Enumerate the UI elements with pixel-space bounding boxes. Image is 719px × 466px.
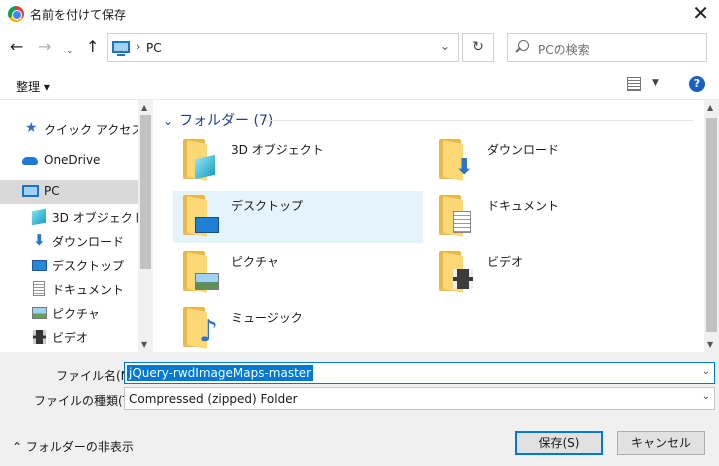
folder-name: ダウンロード bbox=[487, 143, 560, 157]
music-folder-icon: ♪ bbox=[183, 307, 218, 349]
video-icon bbox=[33, 330, 46, 344]
command-toolbar: 整理 ▾ ▼ ? bbox=[0, 70, 719, 100]
save-button[interactable]: 保存(S) bbox=[515, 431, 603, 455]
collapse-chevron-icon[interactable]: ⌄ bbox=[163, 114, 173, 128]
view-dropdown-icon[interactable]: ▼ bbox=[652, 78, 659, 88]
desktop-folder-icon bbox=[183, 195, 219, 237]
refresh-button[interactable]: ↻ bbox=[462, 33, 494, 62]
sidebar-item-quick-access[interactable]: ★ クイック アクセス bbox=[0, 117, 143, 141]
sidebar-item-label: ダウンロード bbox=[52, 235, 125, 249]
pictures-folder-icon bbox=[183, 251, 219, 293]
folder-name: ビデオ bbox=[487, 255, 524, 269]
filename-value[interactable]: jQuery-rwdImageMaps-master bbox=[127, 365, 314, 381]
address-dropdown-icon[interactable]: ⌄ bbox=[440, 39, 450, 53]
folder-tile-downloads[interactable]: ⬇ ダウンロード bbox=[429, 135, 679, 187]
folder-name: ドキュメント bbox=[487, 199, 560, 213]
refresh-icon: ↻ bbox=[472, 39, 484, 55]
sidebar-item-label: 3D オブジェクト bbox=[52, 211, 145, 225]
folder-name: デスクトップ bbox=[231, 199, 304, 213]
sidebar-item-3d-objects[interactable]: 3D オブジェクト bbox=[0, 205, 145, 229]
view-options-icon[interactable] bbox=[627, 77, 641, 91]
group-title: フォルダー (7) bbox=[179, 113, 274, 129]
folder-tile-documents[interactable]: ドキュメント bbox=[429, 191, 679, 243]
search-placeholder: PCの検索 bbox=[538, 43, 590, 57]
sidebar-item-label: OneDrive bbox=[44, 153, 101, 167]
downloads-folder-icon: ⬇ bbox=[439, 139, 473, 181]
search-input[interactable]: PCの検索 bbox=[507, 33, 707, 62]
sidebar-item-desktop[interactable]: デスクトップ bbox=[0, 253, 138, 277]
recent-locations-icon[interactable]: ⌄ bbox=[66, 42, 74, 60]
window-title: 名前を付けて保存 bbox=[30, 8, 127, 22]
star-icon: ★ bbox=[25, 120, 38, 136]
group-divider bbox=[265, 120, 693, 121]
sidebar-item-label: クイック アクセス bbox=[44, 123, 144, 137]
address-bar[interactable]: › PC ⌄ bbox=[107, 33, 459, 62]
3d-objects-folder-icon bbox=[183, 139, 217, 181]
documents-folder-icon bbox=[439, 195, 473, 237]
navigation-pane: ★ クイック アクセス OneDrive PC 3D オブジェクト ⬇ ダウンロ… bbox=[0, 100, 153, 352]
cube-icon bbox=[32, 208, 46, 226]
hide-folders-toggle[interactable]: ⌃ フォルダーの非表示 bbox=[12, 438, 134, 455]
file-list-view: ⌄ フォルダー (7) 3D オブジェクト ⬇ ダウンロード デスクトップ ドキュ… bbox=[155, 100, 705, 352]
title-bar: 名前を付けて保存 ✕ bbox=[0, 0, 719, 28]
breadcrumb-chevron-icon[interactable]: › bbox=[136, 40, 140, 53]
folder-tile-videos[interactable]: ビデオ bbox=[429, 247, 679, 299]
videos-folder-icon bbox=[439, 251, 473, 293]
pc-icon bbox=[112, 41, 130, 56]
desktop-icon bbox=[32, 260, 47, 271]
document-icon bbox=[33, 281, 45, 296]
folders-group-header[interactable]: ⌄ フォルダー (7) bbox=[163, 110, 273, 130]
download-icon: ⬇ bbox=[33, 231, 46, 249]
help-icon[interactable]: ? bbox=[689, 76, 705, 92]
filetype-select[interactable]: Compressed (zipped) Folder ⌄ bbox=[124, 387, 715, 410]
organize-button[interactable]: 整理 ▾ bbox=[16, 78, 50, 95]
cancel-button[interactable]: キャンセル bbox=[617, 431, 705, 455]
folder-name: ピクチャ bbox=[231, 255, 279, 269]
folder-tile-3d-objects[interactable]: 3D オブジェクト bbox=[173, 135, 423, 187]
sidebar-item-label: ビデオ bbox=[52, 331, 89, 345]
sidebar-scroll-thumb[interactable] bbox=[140, 115, 151, 269]
chevron-down-icon[interactable]: ⌄ bbox=[702, 391, 710, 402]
folder-tile-music[interactable]: ♪ ミュージック bbox=[173, 303, 423, 355]
folder-name: 3D オブジェクト bbox=[231, 143, 324, 157]
scroll-down-icon[interactable]: ▼ bbox=[707, 340, 713, 349]
sidebar-item-downloads[interactable]: ⬇ ダウンロード bbox=[0, 229, 138, 253]
filetype-value: Compressed (zipped) Folder bbox=[129, 392, 298, 406]
breadcrumb-pc[interactable]: PC bbox=[146, 41, 162, 55]
sidebar-item-videos[interactable]: ビデオ bbox=[0, 325, 138, 349]
forward-arrow-icon[interactable]: → bbox=[38, 38, 51, 56]
folder-name: ミュージック bbox=[231, 311, 303, 325]
sidebar-item-documents[interactable]: ドキュメント bbox=[0, 277, 138, 301]
folder-tile-pictures[interactable]: ピクチャ bbox=[173, 247, 423, 299]
back-arrow-icon[interactable]: ← bbox=[10, 38, 23, 56]
filename-field[interactable]: jQuery-rwdImageMaps-master ⌄ bbox=[124, 362, 715, 384]
up-arrow-icon[interactable]: ↑ bbox=[86, 38, 99, 56]
content-scrollbar[interactable]: ▲ ▼ bbox=[704, 100, 719, 352]
sidebar-item-label: ピクチャ bbox=[52, 307, 100, 321]
content-scroll-thumb[interactable] bbox=[706, 118, 717, 332]
sidebar-item-label: ドキュメント bbox=[52, 283, 125, 297]
cloud-icon bbox=[22, 157, 38, 165]
pc-icon bbox=[22, 185, 39, 197]
close-icon[interactable]: ✕ bbox=[692, 2, 709, 24]
scroll-down-icon[interactable]: ▼ bbox=[141, 340, 147, 349]
picture-icon bbox=[32, 307, 47, 319]
sidebar-item-label: デスクトップ bbox=[52, 259, 125, 273]
chrome-app-icon bbox=[8, 6, 24, 22]
scroll-up-icon[interactable]: ▲ bbox=[141, 103, 147, 112]
chevron-down-icon[interactable]: ⌄ bbox=[702, 366, 710, 377]
save-options-panel: ファイル名(N): jQuery-rwdImageMaps-master ⌄ フ… bbox=[0, 352, 719, 466]
sidebar-item-pictures[interactable]: ピクチャ bbox=[0, 301, 138, 325]
sidebar-item-label: PC bbox=[44, 184, 60, 198]
folder-tile-desktop[interactable]: デスクトップ bbox=[173, 191, 423, 243]
search-icon bbox=[518, 40, 529, 51]
sidebar-item-pc[interactable]: PC bbox=[0, 180, 138, 204]
sidebar-scrollbar[interactable]: ▲ ▼ bbox=[138, 100, 153, 352]
sidebar-item-onedrive[interactable]: OneDrive bbox=[0, 149, 138, 173]
scroll-up-icon[interactable]: ▲ bbox=[707, 103, 713, 112]
